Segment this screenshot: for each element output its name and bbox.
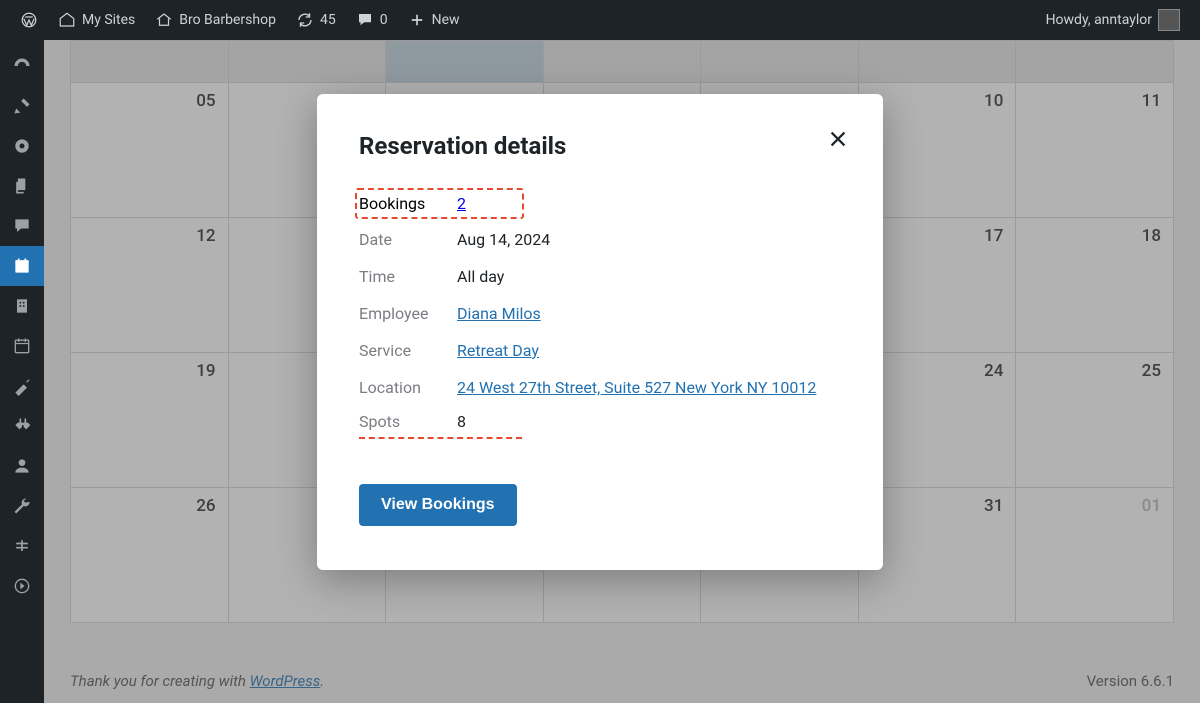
site-name-label: Bro Barbershop [179, 12, 276, 28]
nav-plugins[interactable] [0, 406, 44, 446]
date-value: Aug 14, 2024 [457, 230, 550, 249]
nav-calendar-active[interactable] [0, 246, 44, 286]
nav-posts[interactable] [0, 86, 44, 126]
spots-value: 8 [457, 412, 522, 431]
updates-count: 45 [320, 12, 336, 28]
time-label: Time [359, 267, 457, 286]
updates[interactable]: 45 [286, 0, 346, 40]
time-value: All day [457, 267, 504, 286]
nav-settings[interactable] [0, 526, 44, 566]
highlight-bookings: Bookings 2 [355, 188, 524, 219]
nav-collapse[interactable] [0, 566, 44, 606]
my-sites-label: My Sites [82, 12, 135, 28]
avatar [1158, 9, 1180, 31]
nav-pages[interactable] [0, 166, 44, 206]
nav-tools[interactable] [0, 486, 44, 526]
nav-users[interactable] [0, 446, 44, 486]
modal-title: Reservation details [359, 132, 841, 160]
location-label: Location [359, 378, 457, 397]
bookings-label: Bookings [359, 194, 457, 213]
reservation-details-modal: Reservation details Bookings 2 Date Aug … [317, 94, 883, 570]
bookings-value-link[interactable]: 2 [457, 194, 466, 213]
new-label: New [432, 12, 460, 28]
nav-calendar2[interactable] [0, 326, 44, 366]
wp-logo[interactable] [10, 0, 48, 40]
admin-bar: My Sites Bro Barbershop 45 0 New Howdy, … [0, 0, 1200, 40]
nav-comments[interactable] [0, 206, 44, 246]
service-link[interactable]: Retreat Day [457, 341, 539, 360]
service-label: Service [359, 341, 457, 360]
close-button[interactable] [825, 126, 851, 152]
user-greeting[interactable]: Howdy, anntaylor [1036, 0, 1190, 40]
nav-dashboard[interactable] [0, 46, 44, 86]
my-sites[interactable]: My Sites [48, 0, 145, 40]
employee-label: Employee [359, 304, 457, 323]
nav-appearance[interactable] [0, 366, 44, 406]
spots-label: Spots [359, 412, 457, 431]
greeting-text: Howdy, anntaylor [1046, 12, 1152, 28]
site-name[interactable]: Bro Barbershop [145, 0, 286, 40]
new-content[interactable]: New [398, 0, 470, 40]
location-link[interactable]: 24 West 27th Street, Suite 527 New York … [457, 378, 816, 397]
employee-link[interactable]: Diana Milos [457, 304, 541, 323]
view-bookings-button[interactable]: View Bookings [359, 484, 517, 526]
comments[interactable]: 0 [346, 0, 398, 40]
admin-sidebar [0, 40, 44, 703]
nav-media[interactable] [0, 126, 44, 166]
comments-count: 0 [380, 12, 388, 28]
nav-building[interactable] [0, 286, 44, 326]
date-label: Date [359, 230, 457, 249]
